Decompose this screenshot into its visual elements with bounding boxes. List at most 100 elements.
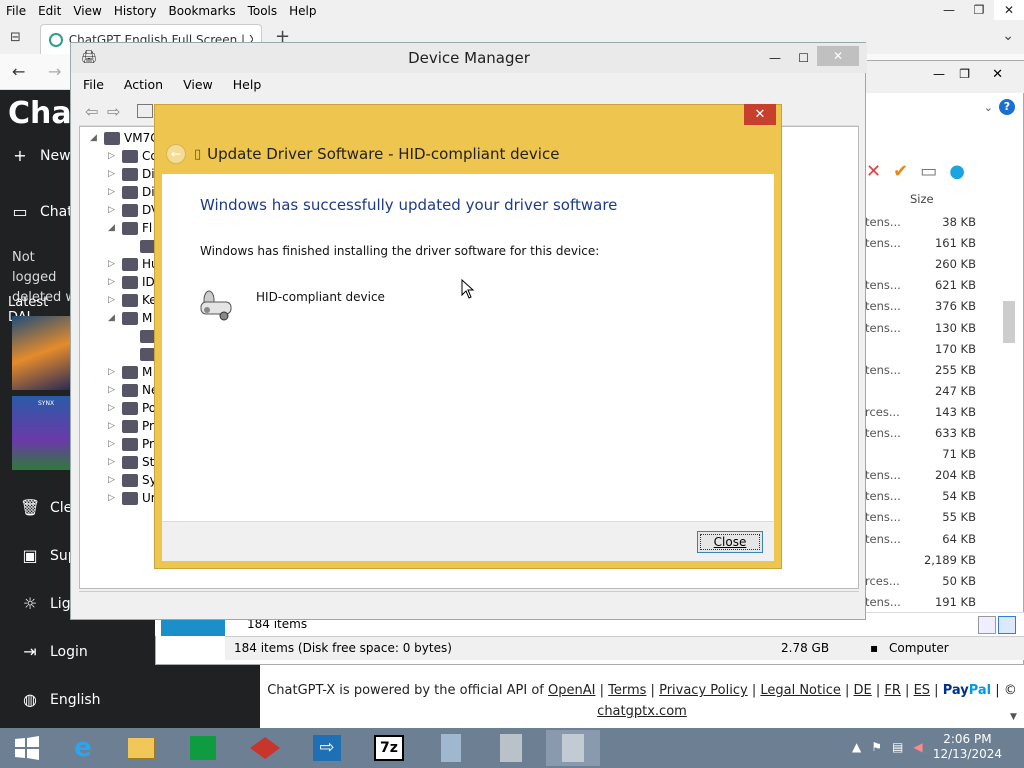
dm-menu-file[interactable]: File bbox=[83, 77, 104, 92]
system-clock[interactable]: 2:06 PM 12/13/2024 bbox=[933, 732, 1002, 762]
delete-icon[interactable]: ✕ bbox=[866, 161, 881, 182]
expand-arrow-icon[interactable]: ▷ bbox=[108, 169, 122, 179]
table-row[interactable]: tens... 55 KB bbox=[865, 510, 980, 531]
table-row[interactable]: tens... 255 KB bbox=[865, 363, 980, 384]
tree-item[interactable]: ▷ Ur bbox=[108, 489, 156, 507]
list-view-icon[interactable] bbox=[978, 616, 996, 634]
legal-link[interactable]: Legal Notice bbox=[760, 683, 841, 698]
forward-arrow-icon[interactable]: ⇨ bbox=[107, 102, 120, 121]
dm-maximize-icon[interactable]: ☐ bbox=[798, 43, 809, 73]
tree-item[interactable]: ▷ M bbox=[108, 363, 152, 381]
expand-arrow-icon[interactable]: ▷ bbox=[108, 205, 122, 215]
taskbar-internet-explorer[interactable]: e bbox=[56, 730, 110, 766]
terms-link[interactable]: Terms bbox=[608, 683, 646, 698]
explorer-close-icon[interactable]: ✕ bbox=[992, 67, 1003, 82]
close-icon[interactable]: ✕ bbox=[994, 0, 1024, 20]
taskbar-red-app[interactable] bbox=[238, 730, 292, 766]
size-column-header[interactable]: Size bbox=[910, 192, 934, 206]
explorer-dropdown-icon[interactable]: ⌄ bbox=[984, 101, 993, 114]
taskbar-file-explorer[interactable] bbox=[114, 730, 168, 766]
chat-item[interactable]: ▭ Chat bbox=[10, 202, 72, 221]
table-row[interactable]: 170 KB bbox=[865, 342, 980, 363]
tab-list-icon[interactable]: ⊟ bbox=[10, 30, 21, 45]
details-view-icon[interactable] bbox=[998, 616, 1016, 634]
table-row[interactable]: tens... 64 KB bbox=[865, 532, 980, 553]
start-button[interactable] bbox=[0, 730, 54, 766]
flag-icon[interactable]: ⚑ bbox=[871, 740, 882, 754]
collapse-arrow-icon[interactable]: ◢ bbox=[108, 313, 122, 323]
menu-history[interactable]: History bbox=[108, 4, 163, 18]
dm-close-icon[interactable]: ✕ bbox=[817, 46, 859, 66]
dm-menu-view[interactable]: View bbox=[183, 77, 213, 92]
tree-item[interactable]: ▷ St bbox=[108, 453, 154, 471]
table-row[interactable]: tens... 161 KB bbox=[865, 236, 980, 257]
expand-arrow-icon[interactable]: ▷ bbox=[108, 421, 122, 431]
table-row[interactable]: tens... 38 KB bbox=[865, 215, 980, 236]
check-icon[interactable]: ✔ bbox=[893, 161, 908, 182]
expand-arrow-icon[interactable]: ▷ bbox=[108, 151, 122, 161]
table-row[interactable]: tens... 54 KB bbox=[865, 489, 980, 510]
minimize-icon[interactable]: — bbox=[934, 0, 964, 20]
tree-item[interactable]: ▷ DV bbox=[108, 201, 159, 219]
tree-item[interactable]: ▷ Sy bbox=[108, 471, 157, 489]
dalle-thumbnail-1[interactable] bbox=[12, 316, 70, 390]
menu-bookmarks[interactable]: Bookmarks bbox=[163, 4, 242, 18]
lang-de-link[interactable]: DE bbox=[854, 683, 872, 698]
language-button[interactable]: ◍ English bbox=[20, 690, 101, 709]
tray-chevron-icon[interactable]: ▲ bbox=[852, 740, 861, 754]
tree-item[interactable]: ▷ Ke bbox=[108, 291, 157, 309]
openai-link[interactable]: OpenAI bbox=[548, 683, 595, 698]
table-row[interactable]: tens... 204 KB bbox=[865, 468, 980, 489]
expand-arrow-icon[interactable]: ▷ bbox=[108, 475, 122, 485]
table-row[interactable]: 247 KB bbox=[865, 384, 980, 405]
volume-icon[interactable]: ◀ bbox=[913, 740, 922, 754]
privacy-link[interactable]: Privacy Policy bbox=[659, 683, 748, 698]
table-row[interactable]: rces... 50 KB bbox=[865, 574, 980, 595]
tree-item[interactable]: ▷ Hu bbox=[108, 255, 159, 273]
tree-item[interactable]: ◢ Fl bbox=[108, 219, 152, 237]
tree-item[interactable]: ◢ M bbox=[108, 309, 152, 327]
menu-tools[interactable]: Tools bbox=[242, 4, 284, 18]
expand-arrow-icon[interactable]: ▷ bbox=[108, 403, 122, 413]
forward-arrow-icon[interactable]: → bbox=[48, 62, 61, 81]
explorer-restore-icon[interactable]: ❐ bbox=[959, 67, 970, 81]
taskbar-setup-app[interactable] bbox=[424, 730, 478, 766]
taskbar-7zip[interactable]: 7z bbox=[362, 730, 416, 766]
dm-menu-action[interactable]: Action bbox=[124, 77, 163, 92]
expand-arrow-icon[interactable]: ▷ bbox=[108, 457, 122, 467]
paypal-link[interactable]: PayPal bbox=[943, 683, 991, 698]
tree-item[interactable]: ▷ Pr bbox=[108, 435, 154, 453]
login-button[interactable]: ⇥ Login bbox=[20, 642, 87, 661]
tree-item[interactable]: ▷ Co bbox=[108, 147, 158, 165]
rename-icon[interactable]: ▭ bbox=[920, 161, 937, 182]
lang-fr-link[interactable]: FR bbox=[884, 683, 901, 698]
expand-arrow-icon[interactable]: ▷ bbox=[108, 385, 122, 395]
help-icon[interactable]: ? bbox=[999, 99, 1015, 115]
dialog-close-icon[interactable]: ✕ bbox=[744, 104, 776, 125]
expand-arrow-icon[interactable]: ▷ bbox=[108, 277, 122, 287]
expand-arrow-icon[interactable]: ▷ bbox=[108, 187, 122, 197]
chevron-down-icon[interactable]: ⌄ bbox=[1002, 28, 1014, 44]
expand-arrow-icon[interactable]: ▷ bbox=[108, 259, 122, 269]
table-row[interactable]: rces... 143 KB bbox=[865, 405, 980, 426]
collapse-arrow-icon[interactable]: ◢ bbox=[90, 133, 104, 143]
site-link[interactable]: chatgptx.com bbox=[597, 704, 687, 719]
collapse-arrow-icon[interactable]: ◢ bbox=[108, 223, 122, 233]
restore-icon[interactable]: ❐ bbox=[964, 0, 994, 20]
back-arrow-icon[interactable]: ← bbox=[166, 144, 186, 164]
taskbar-device-manager[interactable] bbox=[546, 730, 600, 766]
back-arrow-icon[interactable]: ⇦ bbox=[85, 102, 98, 121]
explorer-minimize-icon[interactable]: — bbox=[933, 67, 945, 81]
support-button[interactable]: ▣ Sup bbox=[20, 546, 76, 565]
expand-arrow-icon[interactable]: ▷ bbox=[108, 295, 122, 305]
network-icon[interactable]: ▤ bbox=[892, 740, 903, 754]
table-row[interactable]: 71 KB bbox=[865, 447, 980, 468]
lang-es-link[interactable]: ES bbox=[914, 683, 930, 698]
scroll-down-icon[interactable]: ▼ bbox=[1010, 712, 1017, 722]
tree-item[interactable]: ▷ ID bbox=[108, 273, 155, 291]
expand-arrow-icon[interactable]: ▷ bbox=[108, 367, 122, 377]
dm-minimize-icon[interactable]: — bbox=[769, 43, 781, 73]
taskbar-store[interactable] bbox=[176, 730, 230, 766]
menu-edit[interactable]: Edit bbox=[32, 4, 67, 18]
table-row[interactable]: 260 KB bbox=[865, 257, 980, 278]
